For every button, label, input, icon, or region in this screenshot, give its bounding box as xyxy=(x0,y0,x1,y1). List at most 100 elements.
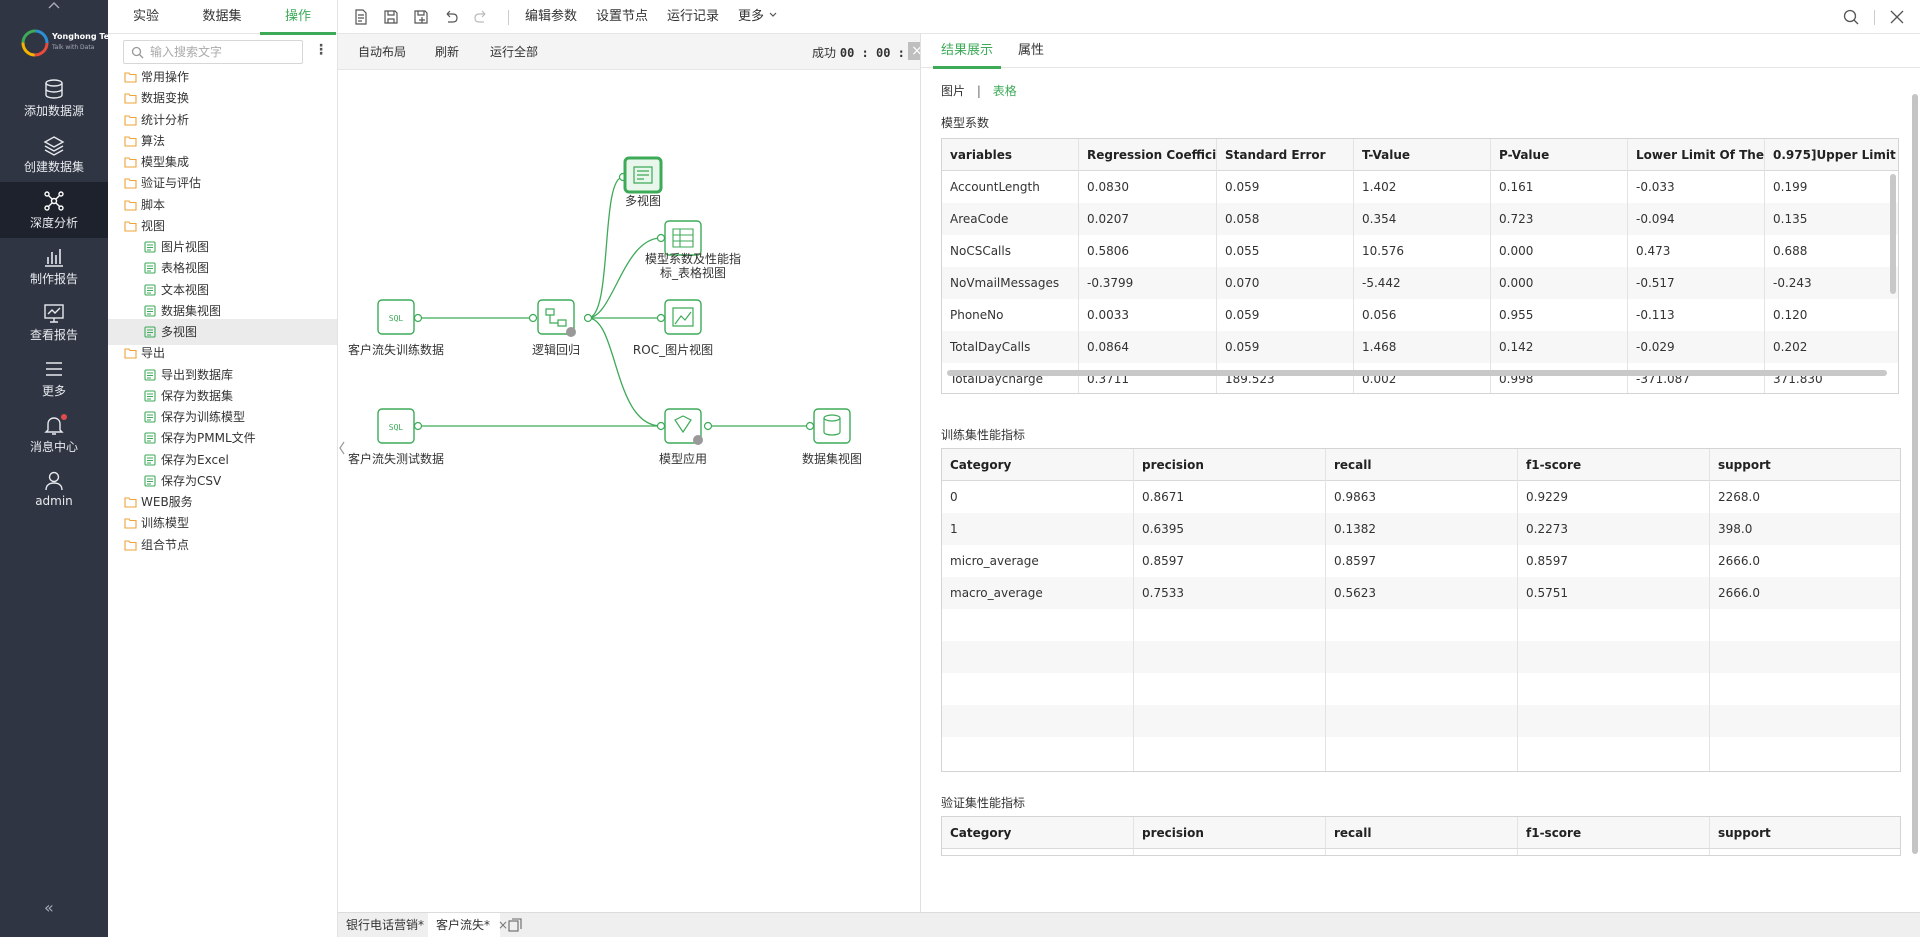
column-divider[interactable] xyxy=(1627,139,1628,393)
table-cell: 0.0033 xyxy=(1087,308,1129,322)
nav-more[interactable]: 更多 xyxy=(0,350,108,406)
redo-icon[interactable] xyxy=(472,8,490,26)
doc-tab-churn[interactable]: 客户流失* × xyxy=(428,913,508,937)
collapse-nav-button[interactable]: « xyxy=(44,898,54,917)
column-header[interactable]: Category xyxy=(942,817,1134,849)
column-header[interactable]: recall xyxy=(1326,817,1518,849)
operator-icon xyxy=(144,390,156,402)
search-input[interactable] xyxy=(150,43,298,61)
nav-message-center[interactable]: 消息中心 xyxy=(0,406,108,462)
tab-operations[interactable]: 操作 xyxy=(260,0,336,35)
column-divider[interactable] xyxy=(1517,449,1518,771)
tab-properties[interactable]: 属性 xyxy=(1018,34,1044,68)
column-header[interactable]: recall xyxy=(1326,449,1518,481)
tab-experiment[interactable]: 实验 xyxy=(108,0,184,34)
more-options-icon[interactable]: ⋮ xyxy=(314,42,328,58)
nav-add-datasource[interactable]: 添加数据源 xyxy=(0,70,108,126)
table-row[interactable] xyxy=(942,641,1900,673)
table-row[interactable] xyxy=(942,705,1900,737)
table-row[interactable] xyxy=(942,673,1900,705)
column-header[interactable]: Standard Error xyxy=(1217,139,1354,171)
column-divider[interactable] xyxy=(1709,817,1710,855)
nav-make-report[interactable]: 制作报告 xyxy=(0,238,108,294)
column-header[interactable]: Regression Coefficient xyxy=(1079,139,1217,171)
table-cell: 0.000 xyxy=(1499,244,1534,258)
node-logistic-regression[interactable] xyxy=(528,299,593,337)
tree-item[interactable]: 组合节点 xyxy=(108,532,337,558)
close-tab-icon[interactable]: × xyxy=(498,918,508,932)
column-header[interactable]: P-Value xyxy=(1491,139,1628,171)
node-label: 数据集视图 xyxy=(801,452,862,466)
column-header[interactable]: precision xyxy=(1134,817,1326,849)
column-divider[interactable] xyxy=(1078,139,1079,393)
flow-edges xyxy=(418,176,810,427)
column-divider[interactable] xyxy=(1133,449,1134,771)
node-coef-table-view[interactable] xyxy=(656,220,702,256)
table-cell: 0.161 xyxy=(1499,180,1534,194)
doc-tab-bank[interactable]: 银行电话营销*× xyxy=(338,913,442,937)
coef-hscroll[interactable] xyxy=(947,370,1887,376)
table-row[interactable] xyxy=(942,609,1900,641)
more-menu-button[interactable]: 更多 xyxy=(738,0,778,34)
node-multiview[interactable] xyxy=(618,156,663,194)
column-header[interactable]: Lower Limit Of The Cor xyxy=(1628,139,1765,171)
column-divider[interactable] xyxy=(1490,139,1491,393)
coef-vscroll[interactable] xyxy=(1890,174,1896,294)
column-divider[interactable] xyxy=(1709,449,1710,771)
column-header[interactable]: precision xyxy=(1134,449,1326,481)
refresh-button[interactable]: 刷新 xyxy=(435,34,459,70)
results-vscroll[interactable] xyxy=(1912,94,1918,854)
view-table-link[interactable]: 表格 xyxy=(993,84,1017,98)
column-header[interactable]: Category xyxy=(942,449,1134,481)
node-model-apply[interactable] xyxy=(656,408,713,445)
node-train-data[interactable]: SQL xyxy=(377,299,423,335)
table-row[interactable] xyxy=(942,737,1900,769)
nav-view-report[interactable]: 查看报告 xyxy=(0,294,108,350)
save-as-icon[interactable] xyxy=(412,8,430,26)
table-cell: 1.468 xyxy=(1362,340,1397,354)
column-header[interactable]: 0.975]Upper Limit Of T xyxy=(1765,139,1898,171)
column-divider[interactable] xyxy=(1216,139,1217,393)
chevron-up-icon[interactable] xyxy=(44,0,64,12)
node-dataset-view[interactable] xyxy=(805,408,851,444)
collapse-panel-icon[interactable] xyxy=(338,434,346,462)
column-divider[interactable] xyxy=(1325,449,1326,771)
edit-params-button[interactable]: 编辑参数 xyxy=(525,0,577,34)
operations-panel: 实验 数据集 操作 ⋮ 常用操作数据变换统计分析算法模型集成验证与评估脚本视图图… xyxy=(108,0,338,937)
column-header[interactable]: support xyxy=(1710,817,1900,849)
tab-list-icon[interactable] xyxy=(508,918,522,932)
close-icon[interactable] xyxy=(1888,8,1906,26)
nav-create-dataset[interactable]: 创建数据集 xyxy=(0,126,108,182)
menu-icon xyxy=(46,362,62,376)
nav-label: 深度分析 xyxy=(29,216,78,230)
table-cell: 0.8597 xyxy=(1526,554,1568,568)
tab-dataset[interactable]: 数据集 xyxy=(184,0,260,34)
nav-user[interactable]: admin xyxy=(0,462,108,518)
column-header[interactable]: support xyxy=(1710,449,1900,481)
column-divider[interactable] xyxy=(1133,817,1134,855)
column-header[interactable]: f1-score xyxy=(1518,817,1710,849)
table-cell: 0.058 xyxy=(1225,212,1260,226)
undo-icon[interactable] xyxy=(442,8,460,26)
save-icon[interactable] xyxy=(382,8,400,26)
column-header[interactable]: f1-score xyxy=(1518,449,1710,481)
run-log-button[interactable]: 运行记录 xyxy=(667,0,719,34)
column-divider[interactable] xyxy=(1325,817,1326,855)
node-test-data[interactable]: SQL xyxy=(377,408,423,444)
column-divider[interactable] xyxy=(1764,139,1765,393)
search-icon[interactable] xyxy=(1842,8,1860,26)
logo-mark-icon xyxy=(21,29,49,57)
column-divider[interactable] xyxy=(1517,817,1518,855)
node-roc-image-view[interactable] xyxy=(656,299,702,335)
tab-results[interactable]: 结果展示 xyxy=(932,34,1002,69)
node-label: 标_表格视图 xyxy=(659,266,726,280)
view-image-link[interactable]: 图片 xyxy=(941,84,965,98)
run-all-button[interactable]: 运行全部 xyxy=(490,34,538,70)
column-header[interactable]: T-Value xyxy=(1354,139,1491,171)
set-node-button[interactable]: 设置节点 xyxy=(596,0,648,34)
nav-deep-analysis[interactable]: 深度分析 xyxy=(0,182,108,238)
auto-layout-button[interactable]: 自动布局 xyxy=(358,34,406,70)
column-header[interactable]: variables xyxy=(942,139,1079,171)
new-file-icon[interactable] xyxy=(352,8,370,26)
column-divider[interactable] xyxy=(1353,139,1354,393)
